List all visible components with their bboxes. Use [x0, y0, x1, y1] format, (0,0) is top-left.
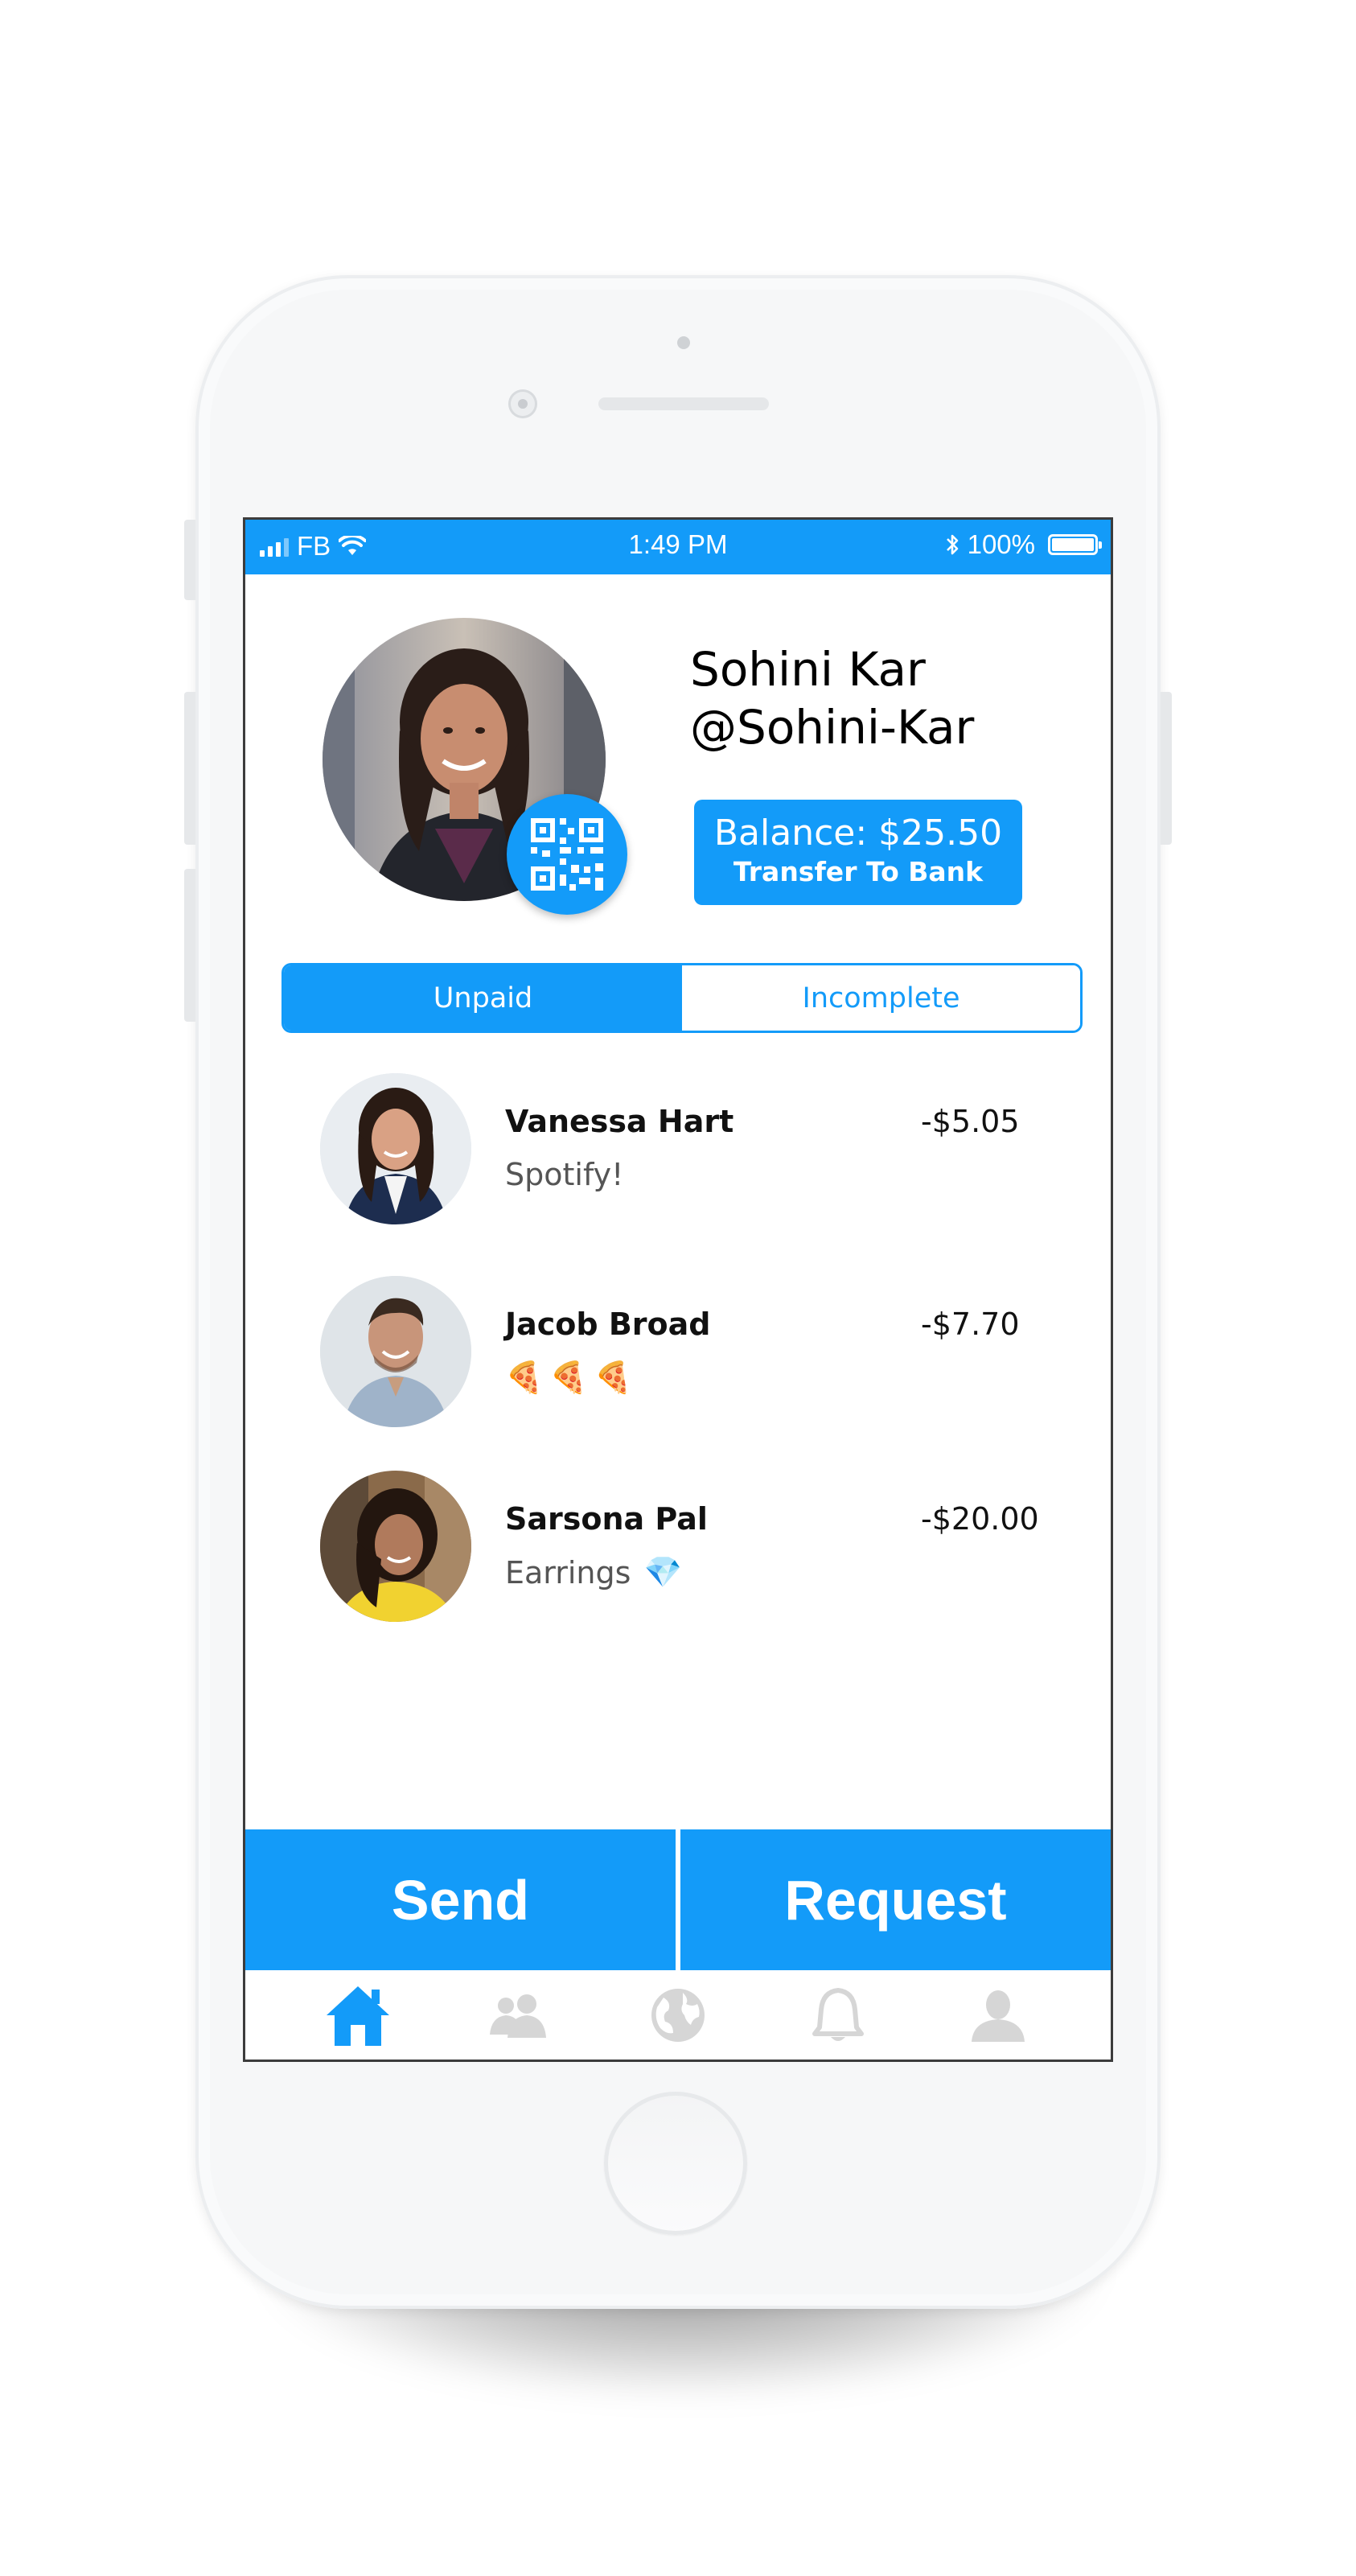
- transaction-note: Earrings 💎: [505, 1554, 682, 1590]
- transaction-name: Vanessa Hart: [505, 1104, 734, 1139]
- tab-notifications[interactable]: [802, 1979, 874, 2051]
- bottom-tab-bar: [245, 1970, 1111, 2060]
- send-button[interactable]: Send: [245, 1829, 676, 1970]
- avatar: [320, 1073, 471, 1224]
- tab-incomplete[interactable]: Incomplete: [682, 965, 1080, 1031]
- globe-icon: [651, 1988, 705, 2042]
- avatar: [320, 1276, 471, 1427]
- transaction-name: Jacob Broad: [505, 1307, 711, 1342]
- qr-code-button[interactable]: [507, 794, 627, 915]
- action-bar: Send Request: [245, 1829, 1111, 1970]
- battery-icon: [1048, 534, 1102, 555]
- profile-icon: [972, 1990, 1025, 2042]
- friends-icon: [489, 1994, 546, 2038]
- transfer-label: Transfer To Bank: [733, 856, 984, 887]
- proximity-sensor: [677, 336, 690, 349]
- qr-code-icon: [531, 818, 603, 891]
- bell-icon: [812, 1987, 865, 2041]
- transaction-row[interactable]: Jacob Broad 🍕🍕🍕 -$7.70: [245, 1276, 1111, 1437]
- tab-globe[interactable]: [642, 1979, 714, 2051]
- tab-unpaid[interactable]: Unpaid: [284, 965, 682, 1031]
- tab-profile[interactable]: [962, 1979, 1034, 2051]
- front-camera: [508, 389, 537, 418]
- power-button: [1161, 692, 1172, 845]
- transaction-amount: -$20.00: [921, 1501, 1039, 1537]
- diamond-emoji-icon: 💎: [643, 1554, 682, 1590]
- bluetooth-icon: [946, 534, 958, 555]
- tab-home[interactable]: [322, 1979, 394, 2051]
- transaction-amount: -$7.70: [921, 1307, 1020, 1342]
- battery-percent: 100%: [967, 529, 1035, 559]
- earpiece-speaker: [598, 397, 769, 410]
- transaction-name: Sarsona Pal: [505, 1501, 708, 1537]
- transaction-row[interactable]: Vanessa Hart Spotify! -$5.05: [245, 1073, 1111, 1234]
- transaction-amount: -$5.05: [921, 1104, 1020, 1139]
- transaction-note: Spotify!: [505, 1157, 623, 1192]
- status-bar: FB 1:49 PM 100%: [245, 520, 1111, 574]
- balance-label: Balance: $25.50: [713, 813, 1003, 854]
- balance-transfer-button[interactable]: Balance: $25.50 Transfer To Bank: [694, 800, 1022, 905]
- home-icon: [326, 1985, 389, 2046]
- tab-friends[interactable]: [482, 1979, 554, 2051]
- payment-filter-segmented-control: Unpaid Incomplete: [281, 963, 1083, 1033]
- app-screen: FB 1:49 PM 100% Sohini Kar @Sohini-Kar B…: [243, 517, 1113, 2062]
- pizza-emoji-icon: 🍕🍕🍕: [505, 1360, 639, 1395]
- transaction-note-text: Earrings: [505, 1554, 631, 1590]
- profile-name: Sohini Kar: [690, 642, 926, 697]
- transaction-note: 🍕🍕🍕: [505, 1360, 639, 1396]
- request-button[interactable]: Request: [680, 1829, 1111, 1970]
- home-button[interactable]: [604, 2092, 747, 2235]
- mute-switch: [184, 520, 195, 600]
- volume-up-button: [184, 692, 195, 845]
- status-right: 100%: [945, 529, 1102, 560]
- volume-down-button: [184, 869, 195, 1022]
- transaction-note-text: Spotify!: [505, 1157, 624, 1192]
- profile-handle: @Sohini-Kar: [690, 700, 975, 755]
- transaction-row[interactable]: Sarsona Pal Earrings 💎 -$20.00: [245, 1471, 1111, 1632]
- avatar: [320, 1471, 471, 1622]
